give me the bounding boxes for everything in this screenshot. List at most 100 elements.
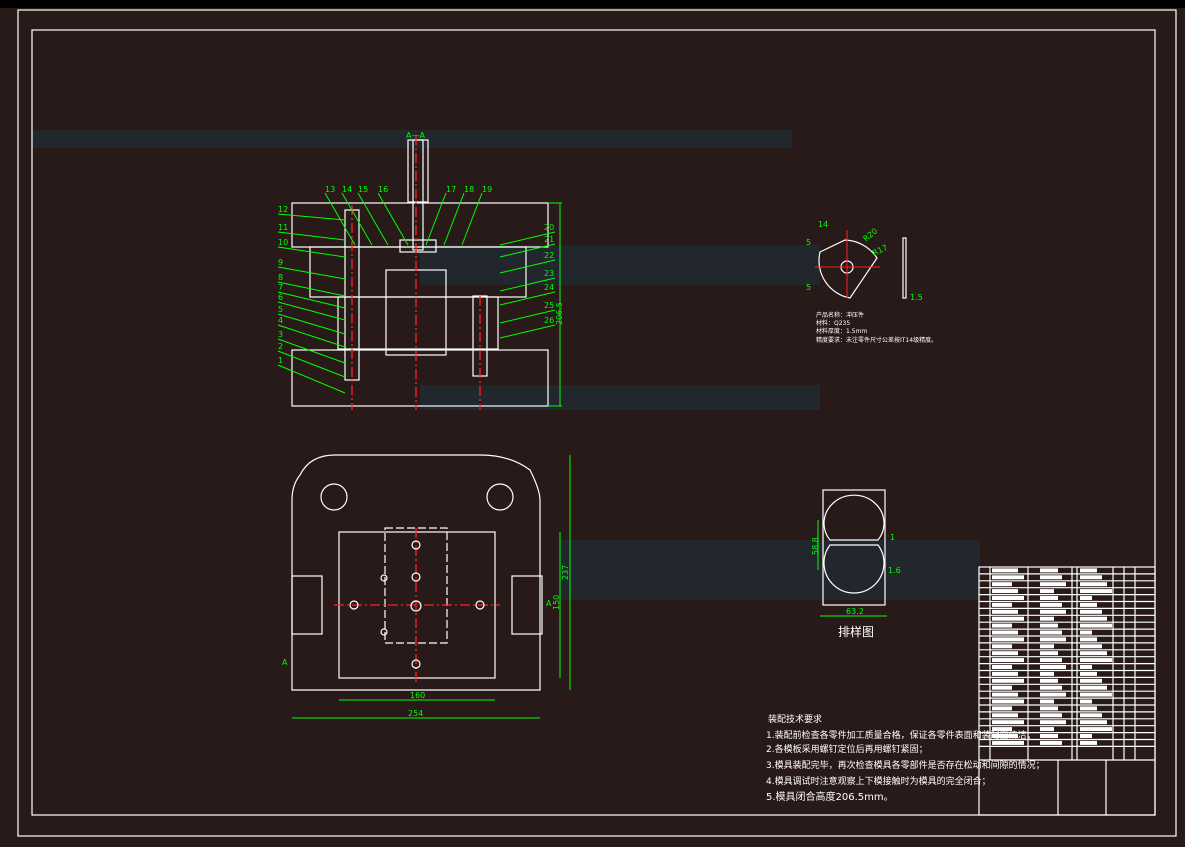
bom-cell-fill: [1040, 568, 1058, 573]
bom-cell-fill: [1040, 734, 1058, 738]
leader-line: [277, 213, 346, 221]
leader-line: [357, 192, 389, 246]
tech-item: 4.模具调试时注意观察上下模接触时为模具的完全闭合；: [766, 775, 991, 787]
dim-outer-width: 254: [408, 709, 423, 718]
dim-r1: R20: [862, 227, 880, 244]
bom-cell-fill: [1040, 671, 1054, 676]
part-label: 21: [544, 235, 554, 244]
tech-item: 2.各模板采用螺钉定位后再用螺钉紧固；: [766, 743, 928, 755]
bom-cell-fill: [1040, 609, 1066, 614]
bom-cell-fill: [1040, 582, 1066, 587]
closed-height-dim: 206.5: [555, 302, 564, 325]
part-label: 13: [325, 185, 335, 194]
bom-cell-fill: [992, 665, 1012, 669]
bom-cell-fill: [992, 609, 1018, 614]
bom-cell-fill: [1080, 609, 1102, 614]
part-drawing: 14 R20 R17 5 5 1.5 产品名称：冲压件 材料：Q235 材料厚度…: [806, 220, 937, 344]
bom-cell-fill: [992, 685, 1012, 690]
dim-inner-width: 160: [410, 691, 425, 700]
bom-cell-fill: [1080, 727, 1112, 732]
bom-cell-fill: [1080, 568, 1097, 573]
part-label: 20: [544, 223, 554, 232]
bom-cell-fill: [992, 602, 1012, 607]
plan-view: A A 160 254 237 150: [282, 454, 571, 719]
bom-cell-fill: [1080, 630, 1092, 635]
bom-cell-fill: [992, 713, 1018, 718]
bom-cell-fill: [992, 616, 1024, 621]
bom-cell-fill: [992, 644, 1012, 649]
part-label: 14: [342, 185, 352, 194]
bom-cell-fill: [1080, 658, 1112, 663]
bom-cell-fill: [1040, 665, 1066, 669]
bom-cell-fill: [1080, 713, 1102, 718]
part-label: 6: [278, 293, 283, 302]
bom-cell-fill: [1040, 658, 1062, 663]
bom-cell-fill: [1080, 740, 1097, 745]
bom-cell-fill: [1080, 582, 1107, 587]
cad-drawing: A—A 206.5 12111098765432113 14 15 16 17 18 192…: [0, 0, 1185, 837]
part-label: 10: [278, 238, 288, 247]
part-label: 8: [278, 273, 283, 282]
part-label: 26: [544, 316, 554, 325]
section-mark-left: A: [282, 658, 288, 667]
bom-cell-fill: [1040, 602, 1062, 607]
bom-cell-fill: [1040, 720, 1066, 725]
bom-cell-fill: [1080, 671, 1097, 676]
dim-top: 14: [818, 220, 828, 229]
bom-cell-fill: [992, 589, 1018, 594]
part-label: 17: [446, 185, 456, 194]
part-label: 18: [464, 185, 474, 194]
part-label: 23: [544, 269, 554, 278]
bom-cell-fill: [1080, 623, 1112, 628]
bom-cell-fill: [1040, 713, 1062, 718]
bom-cell-fill: [1080, 734, 1092, 738]
bom-cell-fill: [1080, 589, 1112, 594]
bom-cell-fill: [1040, 692, 1066, 697]
leader-line: [425, 192, 447, 246]
section-title: A—A: [406, 131, 425, 140]
part-label: 15: [358, 185, 368, 194]
leader-line: [341, 192, 373, 246]
leader-line: [277, 324, 346, 348]
bom-cell-fill: [992, 582, 1012, 587]
bom-cell-fill: [992, 575, 1024, 580]
tech-title: 装配技术要求: [768, 713, 822, 725]
leader-line: [277, 338, 346, 364]
bom-cell-fill: [1080, 637, 1097, 642]
bom-cell-fill: [992, 727, 1012, 732]
strip-title: 排样图: [838, 624, 874, 639]
part-label: 22: [544, 251, 554, 260]
leader-line: [277, 266, 346, 280]
bom-cell-fill: [1080, 699, 1092, 704]
strip-width: 63.2: [846, 607, 864, 616]
top-toolbar-strip: [0, 0, 1185, 8]
bom-cell-fill: [992, 637, 1024, 642]
strip-gap-1: 1: [890, 533, 895, 542]
bom-cell-fill: [992, 678, 1024, 683]
dim-left-2: 5: [806, 283, 811, 292]
dim-r2: R17: [871, 243, 889, 258]
bom-cell-fill: [1040, 685, 1062, 690]
part-label: 24: [544, 283, 554, 292]
bom-cell-fill: [1080, 665, 1092, 669]
bom-cell-fill: [1040, 727, 1054, 732]
leader-line: [499, 324, 556, 339]
bom-cell-fill: [992, 568, 1018, 573]
bom-cell-fill: [992, 630, 1018, 635]
bom-cell-fill: [1040, 575, 1062, 580]
part-label: 19: [482, 185, 492, 194]
title-block: [978, 566, 1156, 816]
leader-line: [461, 192, 483, 246]
part-label: 11: [278, 223, 288, 232]
bom-cell-fill: [992, 651, 1018, 656]
bom-cell-fill: [1080, 644, 1102, 649]
bom-cell-fill: [992, 671, 1018, 676]
bom-cell-fill: [1040, 740, 1062, 745]
part-label: 16: [378, 185, 388, 194]
part-label: 9: [278, 258, 283, 267]
bom-cell-fill: [992, 720, 1024, 725]
bom-cell-fill: [1080, 685, 1107, 690]
strip-gap-2: 1.6: [888, 566, 901, 575]
tech-requirements: 装配技术要求 1.装配前检查各零件加工质量合格，保证各零件表面和装配面清洁； 2…: [766, 713, 1045, 803]
bom-cell-fill: [1080, 575, 1102, 580]
